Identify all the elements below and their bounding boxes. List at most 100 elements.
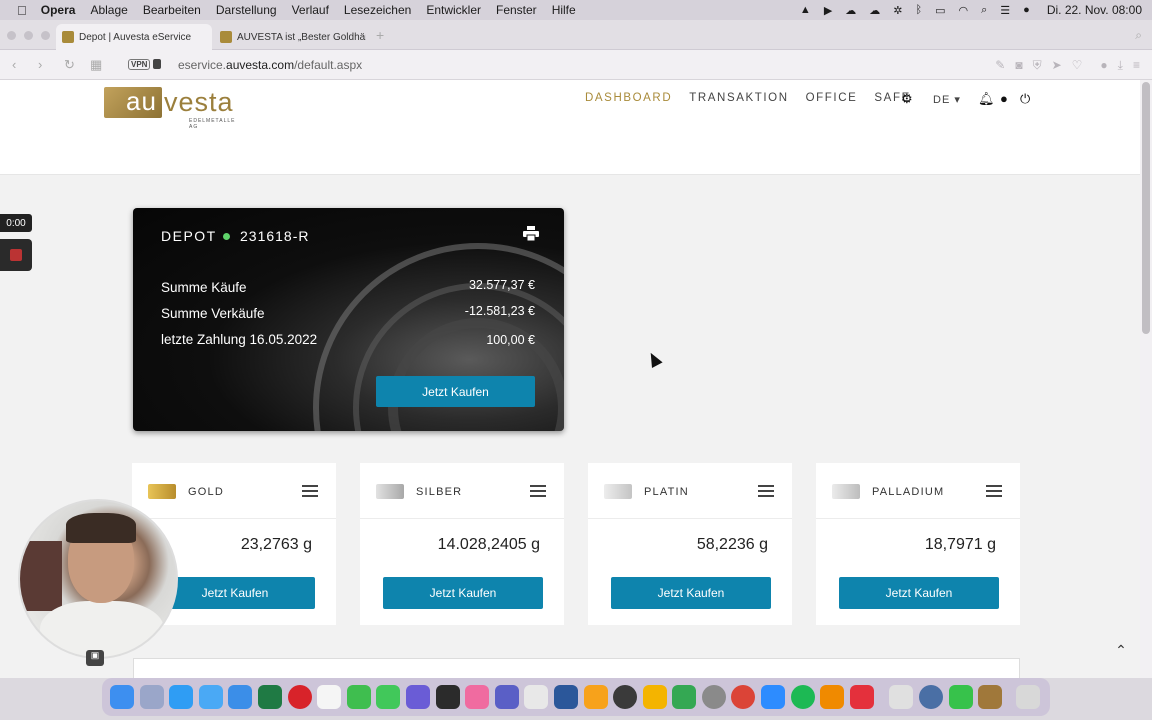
shield-icon[interactable]: ⛨ bbox=[1033, 58, 1042, 73]
vpn-badge[interactable]: VPN bbox=[128, 59, 151, 70]
edit-icon[interactable]: ✎ bbox=[995, 58, 1005, 73]
tab-depot[interactable]: Depot | Auvesta eService bbox=[56, 24, 212, 50]
nav-dashboard[interactable]: DASHBOARD bbox=[585, 92, 672, 104]
hamburger-menu-icon[interactable] bbox=[530, 485, 546, 497]
menu-hilfe[interactable]: Hilfe bbox=[552, 3, 576, 17]
launchpad-icon[interactable] bbox=[139, 685, 164, 709]
pages-icon[interactable] bbox=[583, 685, 608, 709]
cloud-icon[interactable]: ☁ bbox=[845, 4, 856, 17]
safari-icon[interactable] bbox=[198, 685, 223, 709]
excel-icon[interactable] bbox=[257, 685, 282, 709]
nav-office[interactable]: OFFICE bbox=[806, 92, 858, 104]
lock-icon[interactable] bbox=[153, 59, 161, 69]
calendar-icon[interactable] bbox=[317, 685, 342, 709]
buy-gold-button[interactable]: Jetzt Kaufen bbox=[155, 577, 315, 609]
tab-search-icon[interactable]: ⌕ bbox=[1135, 28, 1142, 43]
print-icon[interactable] bbox=[523, 226, 539, 241]
menu-lesezeichen[interactable]: Lesezeichen bbox=[344, 3, 411, 17]
profile-icon[interactable]: ● bbox=[1100, 58, 1107, 73]
page-scrollbar[interactable] bbox=[1140, 80, 1152, 678]
download-icon[interactable]: ⤓ bbox=[1118, 58, 1123, 73]
apple-icon[interactable]:  bbox=[17, 3, 27, 18]
status-icon[interactable]: ▲ bbox=[800, 4, 811, 16]
reload-button[interactable]: ↻ bbox=[64, 57, 75, 73]
send-icon[interactable]: ➤ bbox=[1052, 58, 1062, 73]
language-select[interactable]: DE ▾ bbox=[933, 93, 961, 106]
menu-darstellung[interactable]: Darstellung bbox=[216, 3, 277, 17]
wifi-icon[interactable]: ◠ bbox=[959, 4, 969, 17]
vlc-icon[interactable] bbox=[820, 685, 845, 709]
photos-icon[interactable] bbox=[465, 685, 490, 709]
window-minimize-button[interactable] bbox=[24, 31, 33, 40]
bell-icon[interactable]: 🔔︎ bbox=[978, 91, 995, 107]
terminal-icon[interactable] bbox=[435, 685, 460, 709]
settings-gear-icon[interactable]: ⚙ bbox=[901, 91, 913, 107]
window-zoom-button[interactable] bbox=[41, 31, 50, 40]
quicktime-icon[interactable] bbox=[919, 685, 944, 709]
red-app-icon[interactable] bbox=[849, 685, 874, 709]
recording-stop-button[interactable] bbox=[0, 239, 32, 271]
menu-icon[interactable]: ≡ bbox=[1133, 58, 1140, 73]
webcam-overlay[interactable] bbox=[18, 499, 178, 659]
buy-silber-button[interactable]: Jetzt Kaufen bbox=[383, 577, 543, 609]
mail-icon[interactable] bbox=[228, 685, 253, 709]
drive-icon[interactable] bbox=[642, 685, 667, 709]
depot-buy-button[interactable]: Jetzt Kaufen bbox=[376, 376, 535, 407]
scroll-to-top-icon[interactable]: ⌃ bbox=[1110, 642, 1132, 664]
control-center-icon[interactable]: ☰ bbox=[1000, 4, 1010, 17]
camera-icon[interactable]: ◙ bbox=[1015, 58, 1022, 73]
zoom-icon[interactable] bbox=[761, 685, 786, 709]
tab-auvesta-news[interactable]: AUVESTA ist „Bester Goldhändl bbox=[214, 24, 366, 50]
menubar-clock[interactable]: Di. 22. Nov. 08:00 bbox=[1047, 3, 1142, 17]
bluetooth-icon[interactable]: ᛒ bbox=[916, 4, 923, 16]
new-tab-button[interactable]: + bbox=[376, 27, 384, 43]
menu-entwickler[interactable]: Entwickler bbox=[426, 3, 481, 17]
green-app-icon[interactable] bbox=[948, 685, 973, 709]
hamburger-menu-icon[interactable] bbox=[758, 485, 774, 497]
search-icon[interactable]: ⌕ bbox=[981, 4, 987, 17]
menu-ablage[interactable]: Ablage bbox=[90, 3, 127, 17]
auvesta-logo[interactable]: au vesta EDELMETALLE AG bbox=[104, 86, 244, 130]
hamburger-menu-icon[interactable] bbox=[302, 485, 318, 497]
spotify-icon[interactable] bbox=[790, 685, 815, 709]
system-prefs-icon[interactable] bbox=[701, 685, 726, 709]
buy-palladium-button[interactable]: Jetzt Kaufen bbox=[839, 577, 999, 609]
appstore-icon[interactable] bbox=[169, 685, 194, 709]
webcam-control-icon[interactable]: ▣ bbox=[86, 650, 104, 666]
preview-icon[interactable] bbox=[889, 685, 914, 709]
menu-verlauf[interactable]: Verlauf bbox=[292, 3, 329, 17]
play-icon[interactable]: ▶ bbox=[824, 4, 832, 17]
messages-icon[interactable] bbox=[376, 685, 401, 709]
menu-bearbeiten[interactable]: Bearbeiten bbox=[143, 3, 201, 17]
user-icon[interactable]: ● bbox=[1000, 91, 1008, 106]
siri-icon[interactable]: ● bbox=[1023, 4, 1030, 16]
nav-transaktion[interactable]: TRANSAKTION bbox=[689, 92, 788, 104]
archive-icon[interactable] bbox=[978, 685, 1003, 709]
forward-button[interactable]: › bbox=[38, 57, 42, 72]
settings-app-icon[interactable] bbox=[405, 685, 430, 709]
google-drive-icon[interactable] bbox=[672, 685, 697, 709]
teams-icon[interactable] bbox=[494, 685, 519, 709]
tabs-grid-icon[interactable]: ▦ bbox=[90, 57, 102, 73]
buy-platin-button[interactable]: Jetzt Kaufen bbox=[611, 577, 771, 609]
battery-icon[interactable]: ▭ bbox=[935, 4, 945, 17]
word-icon[interactable] bbox=[553, 685, 578, 709]
url-field[interactable]: eservice.auvesta.com/default.aspx bbox=[178, 58, 362, 72]
finder-icon[interactable] bbox=[110, 685, 134, 709]
menu-app-name[interactable]: Opera bbox=[41, 3, 76, 17]
gear-icon[interactable]: ✲ bbox=[893, 4, 902, 17]
cloud-icon[interactable]: ☁ bbox=[869, 4, 880, 17]
scrollbar-thumb[interactable] bbox=[1142, 82, 1150, 334]
menu-fenster[interactable]: Fenster bbox=[496, 3, 537, 17]
heart-icon[interactable]: ♡ bbox=[1072, 58, 1083, 73]
trash-icon[interactable] bbox=[1015, 685, 1040, 709]
hamburger-menu-icon[interactable] bbox=[986, 485, 1002, 497]
power-icon[interactable]: ⏻ bbox=[1020, 91, 1030, 107]
slack-icon[interactable] bbox=[524, 685, 549, 709]
opera-icon[interactable] bbox=[287, 685, 312, 709]
chrome-icon[interactable] bbox=[731, 685, 756, 709]
window-close-button[interactable] bbox=[7, 31, 16, 40]
back-button[interactable]: ‹ bbox=[12, 57, 16, 72]
numbers-icon[interactable] bbox=[346, 685, 371, 709]
obs-icon[interactable] bbox=[613, 685, 638, 709]
